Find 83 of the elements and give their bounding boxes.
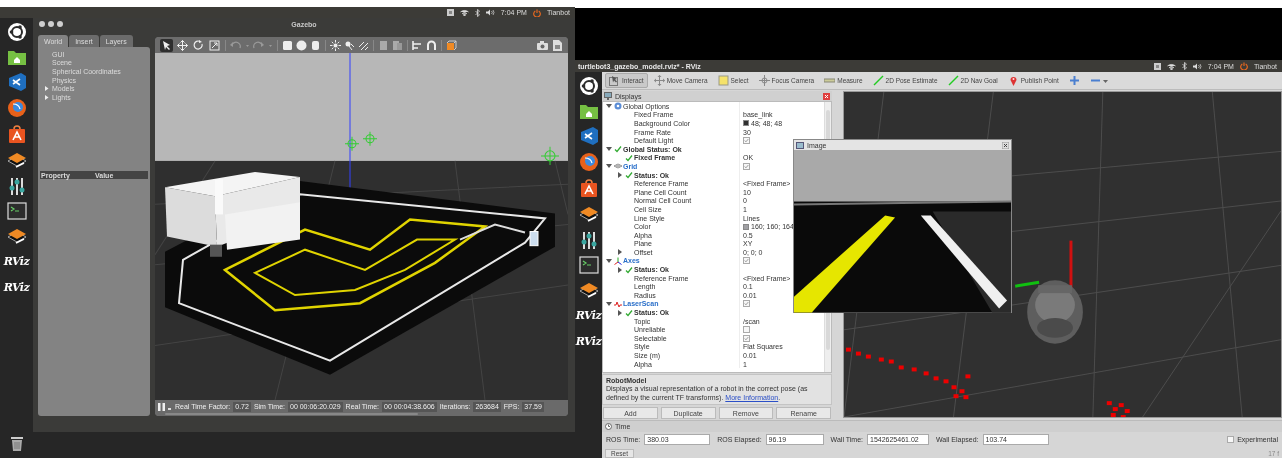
align-icon[interactable] (412, 39, 423, 51)
image-icon (796, 141, 804, 149)
launcher-item[interactable]: RViz (575, 332, 602, 352)
trash-icon[interactable] (8, 434, 25, 452)
layers-icon[interactable] (6, 226, 27, 246)
checkbox[interactable] (743, 300, 750, 308)
code-editor-icon[interactable] (6, 72, 27, 92)
sun-icon[interactable] (330, 39, 341, 51)
cylinder-icon[interactable] (310, 39, 321, 51)
expand-arrow-icon[interactable] (617, 172, 623, 179)
axes-icon (614, 257, 622, 265)
shopping-bag-icon[interactable] (578, 178, 599, 198)
pause-icon[interactable] (158, 402, 165, 411)
power-icon[interactable] (1239, 62, 1248, 70)
sphere-icon[interactable] (296, 39, 307, 51)
keyboard-icon[interactable] (1153, 62, 1161, 70)
checkbox[interactable] (1227, 436, 1235, 443)
circle-logo-icon[interactable] (578, 76, 599, 96)
rotate-icon[interactable] (192, 38, 205, 52)
camera-icon[interactable] (537, 39, 548, 51)
power-icon[interactable] (532, 8, 541, 17)
browser-icon[interactable] (6, 98, 27, 118)
grid-icon (614, 162, 622, 171)
expand-arrow-icon[interactable] (43, 86, 49, 92)
folder-icon[interactable] (6, 48, 27, 66)
expand-arrow-icon[interactable] (606, 300, 612, 307)
clock-icon (605, 423, 612, 430)
plus-icon (1068, 75, 1080, 86)
bluetooth-icon[interactable] (1181, 62, 1187, 70)
layers-icon[interactable] (6, 150, 27, 170)
magnet-icon[interactable] (426, 39, 437, 51)
terminal-icon[interactable] (578, 256, 599, 274)
check-icon (625, 308, 633, 317)
launcher-item[interactable]: RViz (3, 278, 30, 298)
cursor-icon[interactable] (160, 38, 173, 52)
minimize-button[interactable] (48, 21, 54, 27)
monitor-icon (604, 92, 612, 100)
close-button[interactable] (39, 21, 45, 27)
expand-arrow-icon[interactable] (606, 103, 612, 110)
crosshair-icon (758, 75, 770, 86)
laser-icon (614, 299, 622, 308)
launcher-item[interactable]: RViz (575, 306, 602, 326)
expand-arrow-icon[interactable] (617, 249, 623, 256)
browser-icon[interactable] (578, 152, 599, 172)
expand-arrow-icon[interactable] (606, 146, 612, 153)
lines-icon[interactable] (358, 39, 369, 51)
volume-icon[interactable] (1192, 62, 1202, 70)
launcher-item[interactable]: RViz (3, 252, 30, 272)
selection-box-icon (717, 75, 729, 86)
cube-icon[interactable] (282, 39, 293, 51)
checkbox[interactable] (743, 162, 750, 170)
terminal-icon[interactable] (6, 202, 27, 220)
layers-icon[interactable] (578, 280, 599, 300)
checkbox[interactable] (743, 334, 750, 342)
checkbox[interactable] (743, 137, 750, 145)
checkbox[interactable] (743, 257, 750, 265)
move-arrows-icon (653, 75, 665, 86)
maximize-button[interactable] (57, 21, 63, 27)
box-icon[interactable] (446, 39, 457, 51)
expand-arrow-icon[interactable] (617, 309, 623, 316)
layers-icon[interactable] (578, 204, 599, 224)
close-icon[interactable] (823, 92, 830, 100)
checkbox[interactable] (743, 326, 750, 334)
volume-icon[interactable] (485, 9, 495, 16)
close-icon[interactable] (1002, 141, 1009, 149)
wifi-icon[interactable] (1166, 62, 1176, 70)
document-icon[interactable] (552, 39, 563, 51)
scale-icon[interactable] (208, 38, 221, 52)
check-icon (625, 265, 633, 274)
expand-arrow-icon[interactable] (617, 266, 623, 273)
expand-arrow-icon[interactable] (606, 258, 612, 264)
circle-logo-icon[interactable] (6, 22, 27, 42)
expand-arrow-icon[interactable] (606, 163, 612, 170)
cursor-icon (609, 75, 620, 86)
bluetooth-icon[interactable] (474, 8, 480, 17)
spot-light-icon[interactable] (344, 39, 355, 51)
expand-arrow-icon[interactable] (43, 94, 49, 100)
keyboard-icon[interactable] (446, 9, 454, 16)
folder-icon[interactable] (578, 102, 599, 120)
code-editor-icon[interactable] (578, 126, 599, 146)
wifi-icon[interactable] (459, 9, 469, 16)
move-arrows-icon[interactable] (176, 38, 189, 52)
shopping-bag-icon[interactable] (6, 124, 27, 144)
